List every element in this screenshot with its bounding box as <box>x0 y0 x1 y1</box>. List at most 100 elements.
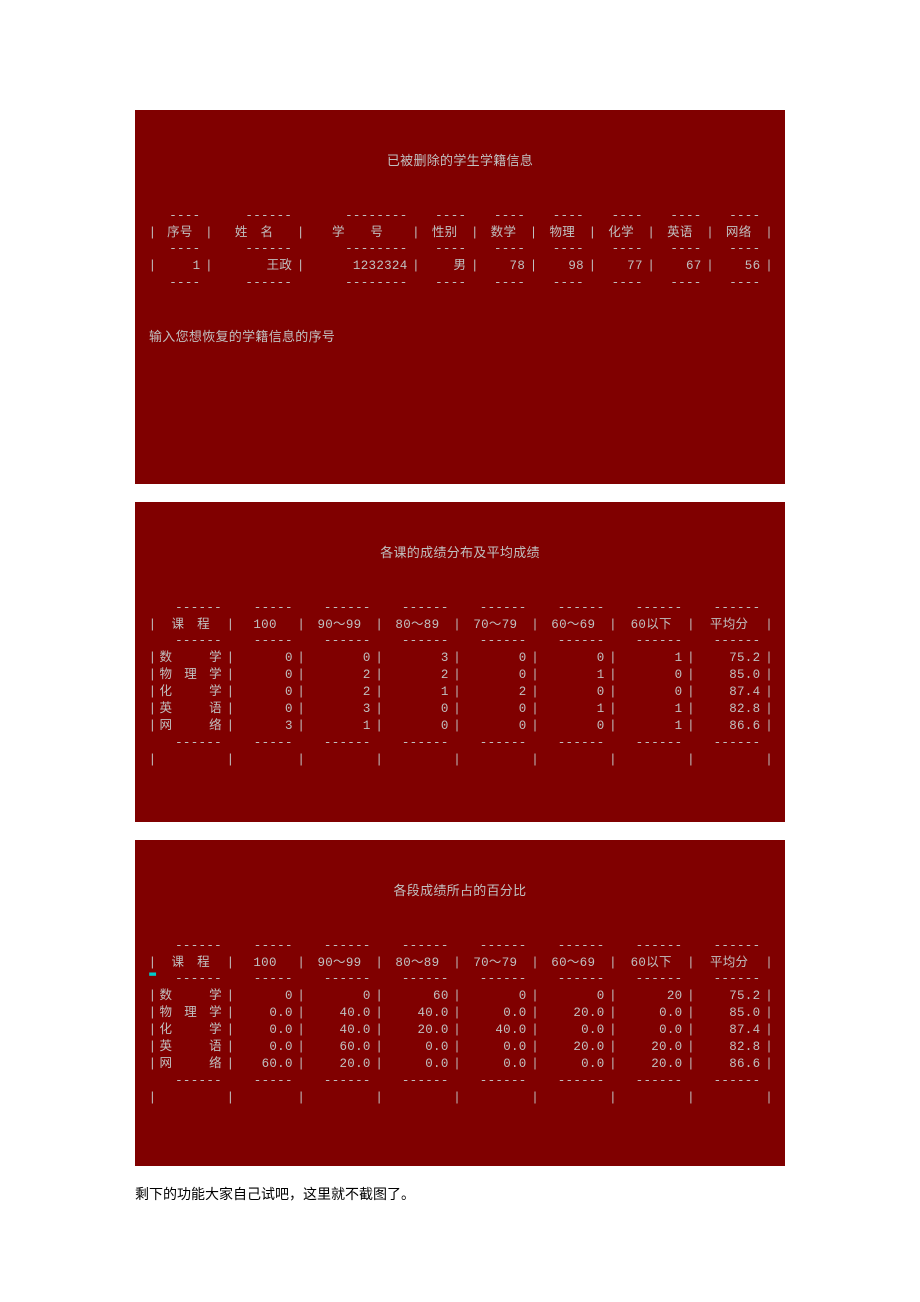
col-chem: 化学 <box>596 225 645 242</box>
cell: 1 <box>539 667 608 684</box>
cell: 0 <box>461 701 530 718</box>
cell: 1 <box>305 718 374 735</box>
cell: 86.6 <box>695 718 764 735</box>
col-seq: 序号 <box>156 225 203 242</box>
grade-percentage-table: ----------------------------------------… <box>147 938 773 1107</box>
cell: 0 <box>383 701 452 718</box>
block2-title: 各课的成绩分布及平均成绩 <box>147 545 773 563</box>
col-lt-60: 60以下 <box>617 617 686 634</box>
cell: 0.0 <box>234 1005 295 1022</box>
cell: 20.0 <box>305 1056 374 1073</box>
col-name: 姓 名 <box>213 225 295 242</box>
cell: 0.0 <box>617 1022 686 1039</box>
grade-distribution-table: ----------------------------------------… <box>147 600 773 769</box>
table-row: |网 络|60.0|20.0|0.0|0.0|0.0|20.0|86.6| <box>147 1056 773 1073</box>
console-block-2: 各课的成绩分布及平均成绩 ---------------------------… <box>135 502 785 822</box>
cell: 0 <box>305 988 374 1005</box>
cell: 1 <box>539 701 608 718</box>
block1-title: 已被删除的学生学籍信息 <box>147 153 773 171</box>
cell: 0 <box>461 650 530 667</box>
cell: 1 <box>617 718 686 735</box>
cell: 0 <box>461 667 530 684</box>
cell-name: 王政 <box>213 258 295 275</box>
table-row: |化 学|0|2|1|2|0|0|87.4| <box>147 684 773 701</box>
cell: 0.0 <box>383 1039 452 1056</box>
cell: 1 <box>617 701 686 718</box>
cell: 0.0 <box>461 1039 530 1056</box>
cell: 2 <box>461 684 530 701</box>
cell: 75.2 <box>695 650 764 667</box>
table-row: |数 学|0|0|3|0|0|1|75.2| <box>147 650 773 667</box>
cell: 物理学 <box>156 667 225 684</box>
cell: 0.0 <box>461 1005 530 1022</box>
cell: 1 <box>617 650 686 667</box>
col-eng: 英语 <box>655 225 704 242</box>
cell: 数 学 <box>156 988 225 1005</box>
col-avg: 平均分 <box>695 955 764 972</box>
cell-net: 56 <box>714 258 763 275</box>
cell: 0 <box>234 684 295 701</box>
separator-row: ----------------------------------------… <box>147 208 773 225</box>
cell: 0 <box>305 650 374 667</box>
cell-math: 78 <box>479 258 528 275</box>
cell-id: 1232324 <box>305 258 411 275</box>
cell: 0.0 <box>539 1022 608 1039</box>
table-row: |数 学|0|0|60|0|0|20|75.2| <box>147 988 773 1005</box>
cell: 87.4 <box>695 684 764 701</box>
cell: 英 语 <box>156 1039 225 1056</box>
table-row: |1 |王政 |1232324 |男 |78 |98 |77 |67 |56 | <box>147 258 773 275</box>
cell: 0.0 <box>234 1022 295 1039</box>
separator-row: ----------------------------------------… <box>147 1073 773 1090</box>
cell: 0 <box>461 718 530 735</box>
console-block-3: 各段成绩所占的百分比 -----------------------------… <box>135 840 785 1166</box>
table-header-row: |序号 |姓 名 |学 号 |性别 |数学 |物理 |化学 |英语 |网络 | <box>147 225 773 242</box>
cell: 20.0 <box>539 1039 608 1056</box>
cell: 0 <box>234 650 295 667</box>
cell: 1 <box>383 684 452 701</box>
cell: 75.2 <box>695 988 764 1005</box>
footer-text: 剩下的功能大家自己试吧，这里就不截图了。 <box>135 1184 785 1204</box>
cell: 3 <box>383 650 452 667</box>
col-id: 学 号 <box>305 225 411 242</box>
block3-title: 各段成绩所占的百分比 <box>147 883 773 901</box>
cell: 数 学 <box>156 650 225 667</box>
cell: 86.6 <box>695 1056 764 1073</box>
col-60-69: 60～69 <box>539 955 608 972</box>
cell: 0.0 <box>383 1056 452 1073</box>
cell: 40.0 <box>305 1005 374 1022</box>
cell: 英 语 <box>156 701 225 718</box>
separator-row: ----------------------------------------… <box>147 241 773 258</box>
col-90-99: 90～99 <box>305 955 374 972</box>
cell: 2 <box>305 667 374 684</box>
cell: 0 <box>617 667 686 684</box>
cell: 0 <box>234 988 295 1005</box>
cell: 82.8 <box>695 1039 764 1056</box>
cell: 60 <box>383 988 452 1005</box>
separator-row: ----------------------------------------… <box>147 938 773 955</box>
col-math: 数学 <box>479 225 528 242</box>
cell: 0.0 <box>461 1056 530 1073</box>
col-80-89: 80～89 <box>383 955 452 972</box>
cell: 20.0 <box>617 1056 686 1073</box>
cell: 0 <box>539 988 608 1005</box>
cell: 化 学 <box>156 684 225 701</box>
restore-prompt: 输入您想恢复的学籍信息的序号 <box>147 327 773 347</box>
col-net: 网络 <box>714 225 763 242</box>
cell-seq: 1 <box>156 258 203 275</box>
col-subject: 课 程 <box>156 955 225 972</box>
col-avg: 平均分 <box>695 617 764 634</box>
table-empty-row: ||||||||| <box>147 1090 773 1107</box>
col-100: 100 <box>234 617 295 634</box>
cell: 20.0 <box>383 1022 452 1039</box>
cell-physics: 98 <box>538 258 587 275</box>
cell: 0 <box>234 667 295 684</box>
cell: 0.0 <box>617 1005 686 1022</box>
col-80-89: 80～89 <box>383 617 452 634</box>
cell: 87.4 <box>695 1022 764 1039</box>
separator-row: ----------------------------------------… <box>147 735 773 752</box>
col-70-79: 70～79 <box>461 955 530 972</box>
cell: 40.0 <box>461 1022 530 1039</box>
cell: 20 <box>617 988 686 1005</box>
cell: 40.0 <box>305 1022 374 1039</box>
table-row: |物理学|0.0|40.0|40.0|0.0|20.0|0.0|85.0| <box>147 1005 773 1022</box>
